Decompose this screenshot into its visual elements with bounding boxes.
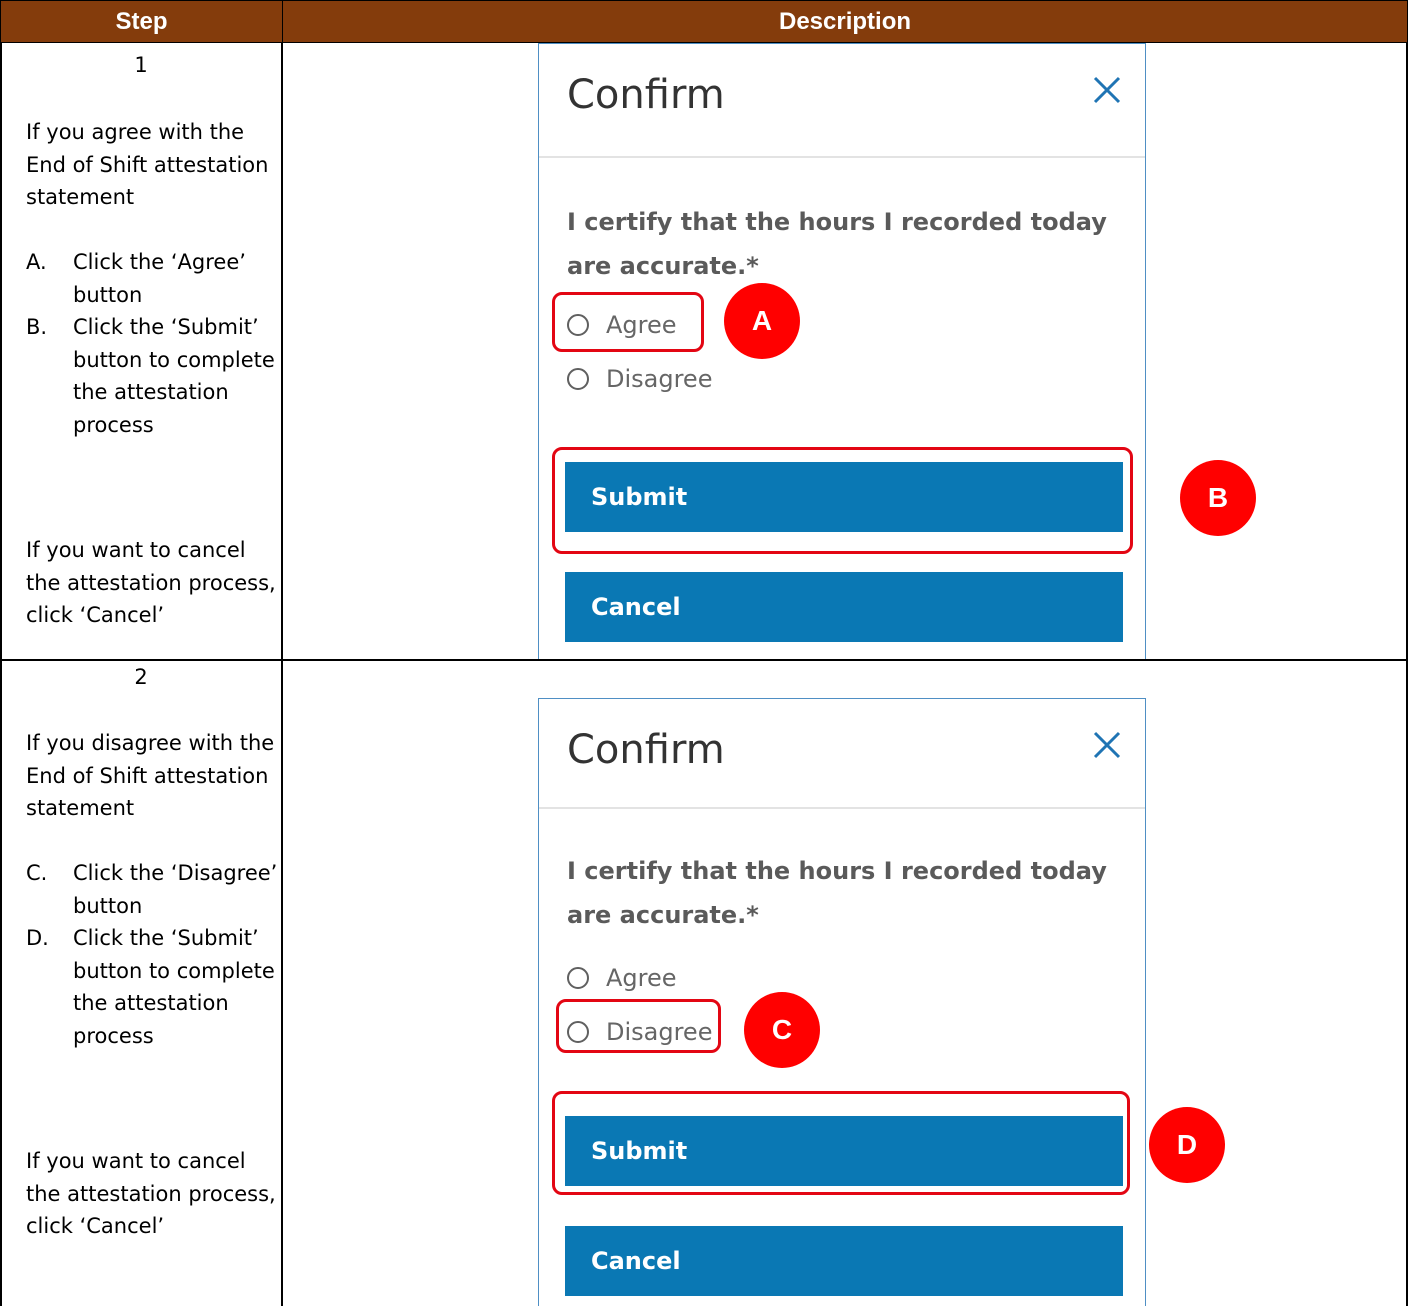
callout-badge-c: C (744, 992, 820, 1068)
dialog-divider (539, 807, 1145, 809)
callout-badge-d: D (1149, 1107, 1225, 1183)
dialog-title: Confirm (567, 727, 725, 773)
attestation-question: I certify that the hours I recorded toda… (567, 857, 1107, 929)
highlight-disagree (556, 999, 721, 1053)
radio-label: Disagree (606, 365, 713, 393)
callout-badge-b: B (1180, 460, 1256, 536)
list-item: D. Click the ‘Submit’ button to complete … (26, 922, 278, 1052)
step-1-number: 1 (134, 53, 148, 77)
close-icon[interactable] (1091, 74, 1123, 106)
step-2-intro: If you disagree with the End of Shift at… (26, 731, 275, 820)
list-text: Click the ‘Agree’ button (73, 250, 246, 307)
step-2-number: 2 (134, 665, 148, 689)
instruction-table: Step Description 1 If you agree with the… (0, 0, 1408, 1306)
attestation-question: I certify that the hours I recorded toda… (567, 208, 1107, 280)
step-1-cancel-note: If you want to cancel the attestation pr… (26, 538, 276, 627)
highlight-submit (552, 447, 1133, 554)
list-marker: C. (26, 861, 48, 885)
cancel-button[interactable]: Cancel (565, 572, 1123, 642)
dialog-title: Confirm (567, 72, 725, 118)
list-item: A. Click the ‘Agree’ button (26, 246, 278, 311)
highlight-agree (552, 292, 704, 352)
header-step: Step (0, 0, 283, 43)
radio-label: Agree (606, 964, 677, 992)
dialog-divider (539, 156, 1145, 158)
step-2-cancel-note: If you want to cancel the attestation pr… (26, 1149, 276, 1238)
list-text: Click the ‘Submit’ button to complete th… (73, 926, 275, 1048)
radio-agree[interactable]: Agree (567, 960, 677, 996)
highlight-submit (552, 1091, 1130, 1195)
list-text: Click the ‘Disagree’ button (73, 861, 278, 918)
close-icon[interactable] (1091, 729, 1123, 761)
cancel-button[interactable]: Cancel (565, 1226, 1123, 1296)
list-marker: B. (26, 315, 48, 339)
step-1-list: A. Click the ‘Agree’ button B. Click the ‘… (26, 246, 278, 441)
radio-disagree[interactable]: Disagree (567, 361, 712, 397)
list-marker: D. (26, 926, 49, 950)
step-2-list: C. Click the ‘Disagree’ button D. Click th… (26, 857, 278, 1052)
list-marker: A. (26, 250, 47, 274)
header-description: Description (282, 0, 1408, 43)
step-1-intro: If you agree with the End of Shift attes… (26, 120, 269, 209)
radio-circle-icon (567, 368, 589, 390)
list-item: B. Click the ‘Submit’ button to complete … (26, 311, 278, 441)
list-text: Click the ‘Submit’ button to complete th… (73, 315, 275, 437)
radio-circle-icon (567, 967, 589, 989)
list-item: C. Click the ‘Disagree’ button (26, 857, 278, 922)
callout-badge-a: A (724, 283, 800, 359)
